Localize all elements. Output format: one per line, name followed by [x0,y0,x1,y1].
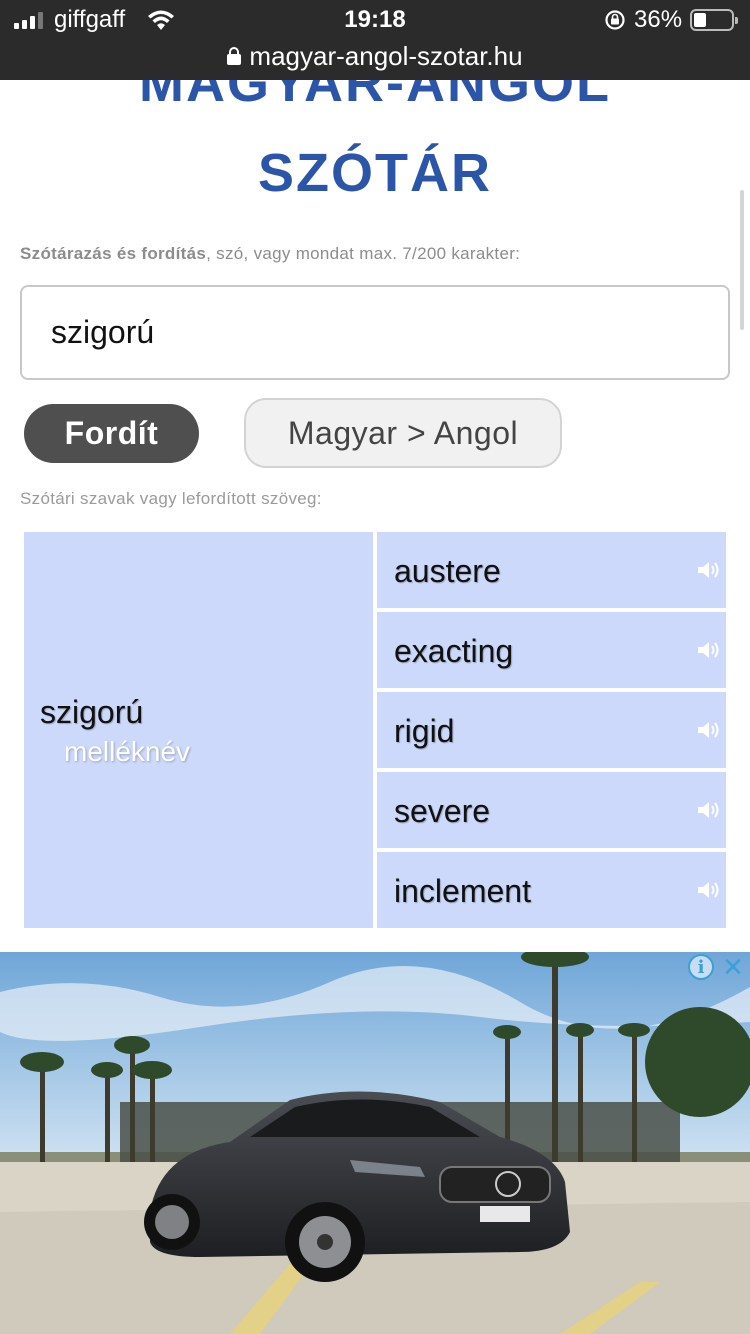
translation-row[interactable]: exacting [377,612,726,688]
close-icon[interactable]: ✕ [720,954,746,980]
battery-icon [690,9,738,31]
translation-word: rigid [394,713,455,749]
translate-button[interactable]: Fordít [24,404,199,463]
translation-word: severe [394,793,491,829]
translation-word: inclement [394,873,531,909]
speaker-icon[interactable] [696,720,720,740]
site-title-line-1: MAGYAR-ANGOL [138,80,611,113]
rotation-lock-icon [605,10,625,30]
part-of-speech: melléknév [64,736,191,767]
search-input[interactable]: szigorú [20,285,730,380]
speaker-icon[interactable] [696,800,720,820]
speaker-icon[interactable] [696,560,720,580]
address-bar[interactable]: magyar-angol-szotar.hu [0,36,750,76]
translation-row[interactable]: inclement [377,852,726,928]
ad-banner[interactable]: i ✕ [0,952,750,1334]
translation-row[interactable]: severe [377,772,726,848]
source-word: szigorú [40,694,144,730]
padlock-icon [227,47,242,65]
translation-row[interactable]: rigid [377,692,726,768]
search-hint: Szótárazás és fordítás, szó, vagy mondat… [20,244,520,264]
speaker-icon[interactable] [696,640,720,660]
site-title-line-2: SZÓTÁR [258,143,492,203]
url-text: magyar-angol-szotar.hu [249,40,523,71]
info-icon[interactable]: i [688,954,714,980]
results-hint: Szótári szavak vagy lefordított szöveg: [20,489,322,508]
search-hint-rest: , szó, vagy mondat max. 7/200 karakter: [206,244,521,263]
translation-word: exacting [394,633,514,669]
scroll-indicator [740,190,744,330]
browser-chrome: giffgaff 19:18 36% magyar-angol-szotar.h… [0,0,750,80]
translation-row[interactable]: austere [377,532,726,608]
source-cell: szigorú melléknév [24,532,373,928]
translation-list: austere exacting rigid severe inclement [377,532,726,932]
search-hint-bold: Szótárazás és fordítás [20,244,207,263]
status-bar: giffgaff 19:18 36% [0,0,750,40]
translation-word: austere [394,553,501,589]
ad-controls: i ✕ [688,954,746,980]
language-direction-button[interactable]: Magyar > Angol [244,398,562,468]
ad-image[interactable] [0,952,750,1334]
search-input-value: szigorú [51,314,155,350]
battery-percent: 36% [634,6,683,33]
site-header: MAGYAR-ANGOL SZÓTÁR [0,80,750,220]
speaker-icon[interactable] [696,880,720,900]
results-table: szigorú melléknév austere exacting rigid… [24,532,726,928]
